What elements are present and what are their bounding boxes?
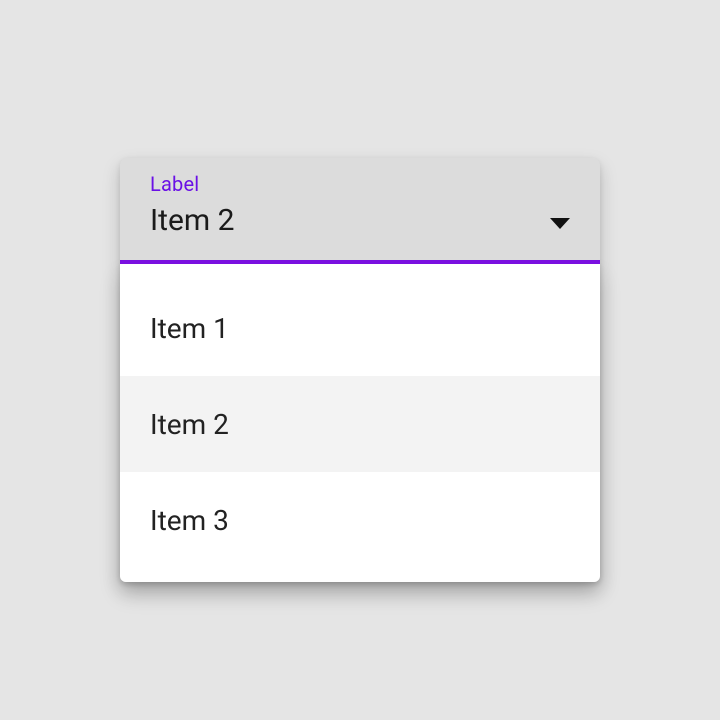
- dropdown: Label Item 2 Item 1 Item 2 Item 3: [120, 158, 600, 582]
- options-menu: Item 1 Item 2 Item 3: [120, 264, 600, 582]
- select-value: Item 2: [150, 202, 570, 240]
- option-item-1[interactable]: Item 1: [120, 280, 600, 376]
- option-label: Item 1: [150, 312, 229, 345]
- caret-down-icon: [548, 216, 572, 230]
- option-item-3[interactable]: Item 3: [120, 472, 600, 568]
- select-underline: [120, 260, 600, 264]
- option-item-2[interactable]: Item 2: [120, 376, 600, 472]
- option-label: Item 2: [150, 408, 229, 441]
- select-field[interactable]: Label Item 2: [120, 158, 600, 264]
- option-label: Item 3: [150, 504, 229, 537]
- select-label: Label: [150, 172, 570, 196]
